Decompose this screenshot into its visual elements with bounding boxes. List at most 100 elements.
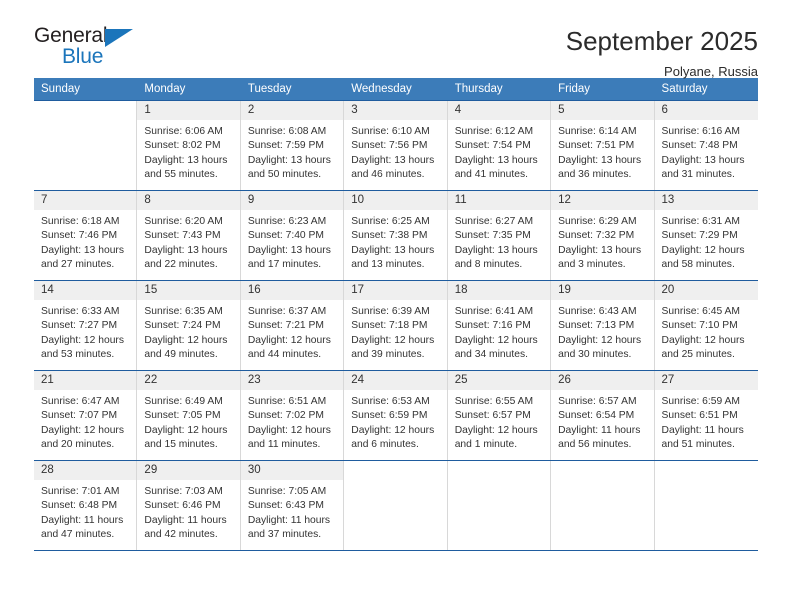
calendar-day-cell[interactable]: 21 Sunrise: 6:47 AM Sunset: 7:07 PM Dayligh…: [34, 371, 138, 460]
daylight-text-line1: Daylight: 12 hours: [351, 334, 435, 346]
sunset-text: Sunset: 7:43 PM: [144, 230, 221, 242]
calendar-day-cell[interactable]: 13 Sunrise: 6:31 AM Sunset: 7:29 PM Dayligh…: [654, 191, 758, 280]
sunset-text: Sunset: 6:46 PM: [144, 500, 221, 512]
sunrise-text: Sunrise: 6:57 AM: [558, 396, 637, 407]
calendar-day-cell[interactable]: 11 Sunrise: 6:27 AM Sunset: 7:35 PM Dayligh…: [447, 191, 552, 280]
sunrise-text: Sunrise: 6:08 AM: [247, 126, 327, 137]
general-blue-logo[interactable]: General Blue: [34, 24, 154, 72]
calendar-day-cell[interactable]: 30 Sunrise: 7:05 AM Sunset: 6:43 PM Dayligh…: [240, 461, 345, 550]
daylight-text-line1: Daylight: 12 hours: [661, 244, 745, 256]
calendar-day-cell[interactable]: 3 Sunrise: 6:10 AM Sunset: 7:56 PM Daylight…: [344, 101, 448, 190]
calendar-day-cell[interactable]: 20 Sunrise: 6:45 AM Sunset: 7:10 PM Dayligh…: [654, 281, 758, 370]
day-details: Sunrise: 6:18 AM Sunset: 7:46 PM Daylight:…: [34, 210, 136, 272]
sunrise-text: Sunrise: 6:18 AM: [41, 216, 120, 227]
daylight-text-line1: Daylight: 13 hours: [41, 244, 124, 256]
day-number: 24: [344, 371, 447, 390]
day-details: Sunrise: 6:08 AM Sunset: 7:59 PM Daylight:…: [241, 120, 343, 182]
daylight-text-line1: Daylight: 11 hours: [661, 424, 744, 436]
calendar-day-cell[interactable]: 8 Sunrise: 6:20 AM Sunset: 7:43 PM Daylight…: [137, 191, 241, 280]
calendar-day-cell[interactable]: 14 Sunrise: 6:33 AM Sunset: 7:27 PM Dayligh…: [34, 281, 138, 370]
calendar-day-cell[interactable]: 23 Sunrise: 6:51 AM Sunset: 7:02 PM Dayligh…: [240, 371, 345, 460]
day-number: 11: [447, 191, 551, 210]
daylight-text-line2: and 36 minutes.: [558, 168, 632, 180]
daylight-text-line2: and 20 minutes.: [41, 438, 115, 450]
calendar-day-cell[interactable]: 1 Sunrise: 6:06 AM Sunset: 8:02 PM Daylight…: [137, 101, 241, 190]
daylight-text-line1: Daylight: 12 hours: [41, 424, 124, 436]
sunrise-text: Sunrise: 6:10 AM: [351, 126, 430, 137]
sunrise-text: Sunrise: 6:39 AM: [351, 306, 430, 317]
sunset-text: Sunset: 6:57 PM: [454, 410, 531, 422]
day-details: Sunrise: 6:59 AM Sunset: 6:51 PM Daylight:…: [655, 390, 758, 452]
calendar-day-cell[interactable]: 10 Sunrise: 6:25 AM Sunset: 7:38 PM Dayligh…: [344, 191, 448, 280]
calendar-day-cell[interactable]: 26 Sunrise: 6:57 AM Sunset: 6:54 PM Dayligh…: [551, 371, 655, 460]
calendar-day-cell[interactable]: 17 Sunrise: 6:39 AM Sunset: 7:18 PM Dayligh…: [344, 281, 448, 370]
daylight-text-line2: and 46 minutes.: [351, 168, 425, 180]
day-number: [34, 101, 137, 120]
daylight-text-line1: Daylight: 13 hours: [247, 154, 331, 166]
day-number: [447, 461, 551, 480]
page-subtitle: Polyane, Russia: [664, 64, 758, 79]
day-number: 13: [654, 191, 758, 210]
weekday-header-tuesday: Tuesday: [240, 78, 345, 101]
daylight-text-line1: Daylight: 13 hours: [454, 244, 538, 256]
daylight-text-line2: and 55 minutes.: [144, 168, 218, 180]
calendar-day-cell[interactable]: 25 Sunrise: 6:55 AM Sunset: 6:57 PM Dayligh…: [447, 371, 552, 460]
calendar-day-cell[interactable]: 12 Sunrise: 6:29 AM Sunset: 7:32 PM Dayligh…: [551, 191, 655, 280]
calendar-day-cell[interactable]: 7 Sunrise: 6:18 AM Sunset: 7:46 PM Daylight…: [34, 191, 138, 280]
sunrise-text: Sunrise: 7:03 AM: [144, 486, 223, 497]
sunset-text: Sunset: 7:46 PM: [41, 230, 118, 242]
calendar-day-cell-empty: [344, 461, 448, 550]
sunset-text: Sunset: 7:18 PM: [351, 320, 428, 332]
calendar-day-cell[interactable]: 2 Sunrise: 6:08 AM Sunset: 7:59 PM Daylight…: [240, 101, 345, 190]
calendar-day-cell[interactable]: 19 Sunrise: 6:43 AM Sunset: 7:13 PM Dayligh…: [551, 281, 655, 370]
calendar-day-cell[interactable]: 6 Sunrise: 6:16 AM Sunset: 7:48 PM Daylight…: [654, 101, 758, 190]
day-details: Sunrise: 6:31 AM Sunset: 7:29 PM Daylight:…: [655, 210, 758, 272]
daylight-text-line2: and 17 minutes.: [247, 258, 322, 270]
sunset-text: Sunset: 7:32 PM: [558, 230, 635, 242]
sunset-text: Sunset: 7:54 PM: [454, 140, 531, 152]
calendar-day-cell[interactable]: 18 Sunrise: 6:41 AM Sunset: 7:16 PM Dayligh…: [447, 281, 552, 370]
sunset-text: Sunset: 7:56 PM: [351, 140, 428, 152]
sunrise-text: Sunrise: 6:20 AM: [144, 216, 223, 227]
daylight-text-line1: Daylight: 13 hours: [351, 154, 435, 166]
calendar-day-cell[interactable]: 9 Sunrise: 6:23 AM Sunset: 7:40 PM Daylight…: [240, 191, 345, 280]
daylight-text-line2: and 58 minutes.: [661, 258, 735, 270]
daylight-text-line2: and 50 minutes.: [247, 168, 322, 180]
sunset-text: Sunset: 7:05 PM: [144, 410, 221, 422]
sunset-text: Sunset: 7:35 PM: [454, 230, 531, 242]
daylight-text-line2: and 42 minutes.: [144, 528, 218, 540]
calendar-day-cell[interactable]: 24 Sunrise: 6:53 AM Sunset: 6:59 PM Dayligh…: [344, 371, 448, 460]
calendar-day-cell[interactable]: 16 Sunrise: 6:37 AM Sunset: 7:21 PM Dayligh…: [240, 281, 345, 370]
sunrise-text: Sunrise: 6:33 AM: [41, 306, 120, 317]
calendar-day-cell[interactable]: 27 Sunrise: 6:59 AM Sunset: 6:51 PM Dayligh…: [654, 371, 758, 460]
daylight-text-line2: and 37 minutes.: [247, 528, 322, 540]
day-details: Sunrise: 6:12 AM Sunset: 7:54 PM Daylight:…: [448, 120, 550, 182]
daylight-text-line1: Daylight: 11 hours: [247, 514, 331, 526]
calendar-day-cell-empty: [551, 461, 655, 550]
calendar-day-cell[interactable]: 5 Sunrise: 6:14 AM Sunset: 7:51 PM Daylight…: [551, 101, 655, 190]
triangle-icon: [105, 29, 133, 47]
title-block: September 2025 Polyane, Russia: [566, 24, 758, 79]
calendar-day-cell[interactable]: 4 Sunrise: 6:12 AM Sunset: 7:54 PM Daylight…: [447, 101, 552, 190]
sunset-text: Sunset: 7:02 PM: [247, 410, 324, 422]
day-number: 25: [447, 371, 551, 390]
calendar-day-cell[interactable]: 28 Sunrise: 7:01 AM Sunset: 6:48 PM Dayligh…: [34, 461, 138, 550]
sunrise-text: Sunrise: 6:53 AM: [351, 396, 430, 407]
calendar-day-cell[interactable]: 15 Sunrise: 6:35 AM Sunset: 7:24 PM Dayligh…: [137, 281, 241, 370]
daylight-text-line1: Daylight: 13 hours: [351, 244, 435, 256]
day-number: 7: [34, 191, 137, 210]
sunset-text: Sunset: 7:29 PM: [661, 230, 738, 242]
day-details: Sunrise: 6:33 AM Sunset: 7:27 PM Daylight:…: [34, 300, 136, 362]
calendar-day-cell[interactable]: 22 Sunrise: 6:49 AM Sunset: 7:05 PM Dayligh…: [137, 371, 241, 460]
daylight-text-line1: Daylight: 12 hours: [454, 334, 538, 346]
day-details: Sunrise: 6:45 AM Sunset: 7:10 PM Daylight:…: [655, 300, 758, 362]
day-details: Sunrise: 6:49 AM Sunset: 7:05 PM Daylight:…: [137, 390, 239, 452]
calendar-week-row: 28 Sunrise: 7:01 AM Sunset: 6:48 PM Dayligh…: [34, 460, 758, 551]
calendar-day-cell[interactable]: 29 Sunrise: 7:03 AM Sunset: 6:46 PM Dayligh…: [137, 461, 241, 550]
sunrise-text: Sunrise: 7:01 AM: [41, 486, 120, 497]
daylight-text-line1: Daylight: 12 hours: [247, 424, 331, 436]
day-details: Sunrise: 7:03 AM Sunset: 6:46 PM Daylight:…: [137, 480, 239, 542]
day-details: Sunrise: 6:43 AM Sunset: 7:13 PM Daylight:…: [551, 300, 653, 362]
daylight-text-line2: and 22 minutes.: [144, 258, 218, 270]
day-number: 14: [34, 281, 137, 300]
